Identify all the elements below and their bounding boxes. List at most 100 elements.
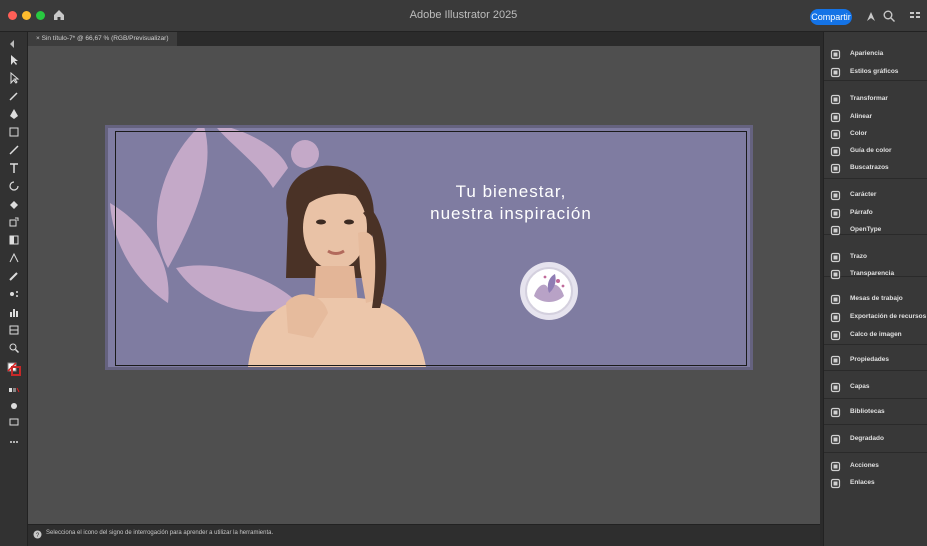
panel-item-label: Apariencia <box>850 50 884 57</box>
magic-wand-tool-icon[interactable] <box>8 90 20 102</box>
pathfinder-icon <box>830 163 841 174</box>
selection-tool-icon[interactable] <box>8 54 20 66</box>
panel-item-label: Color <box>850 130 867 137</box>
panel-item-carácter[interactable]: Carácter <box>830 189 927 203</box>
color-mode-icon[interactable] <box>8 384 20 396</box>
direct-selection-tool-icon[interactable] <box>8 72 20 84</box>
panel-item-capas[interactable]: Capas <box>830 381 927 395</box>
panel-item-acciones[interactable]: Acciones <box>830 460 927 474</box>
panel-item-estilos-gráficos[interactable]: Estilos gráficos <box>830 66 927 80</box>
panel-item-exportación-de-recursos[interactable]: Exportación de recursos <box>830 311 927 325</box>
paragraph-icon <box>830 208 841 219</box>
panel-item-apariencia[interactable]: Apariencia <box>830 48 927 62</box>
align-icon <box>830 112 841 123</box>
artboard-tool-icon[interactable] <box>8 324 20 336</box>
width-tool-icon[interactable] <box>8 234 20 246</box>
actions-icon <box>830 461 841 472</box>
panel-item-label: Carácter <box>850 191 877 198</box>
panel-item-label: Guía de color <box>850 147 892 154</box>
pen-tool-icon[interactable] <box>8 108 20 120</box>
panel-item-transformar[interactable]: Transformar <box>830 93 927 107</box>
libraries-icon <box>830 407 841 418</box>
stroke-icon <box>830 252 841 263</box>
search-icon[interactable] <box>882 9 896 23</box>
panel-item-color[interactable]: Color <box>830 128 927 142</box>
fill-stroke-swatch-icon[interactable] <box>7 362 21 376</box>
asset-export-icon <box>830 312 841 323</box>
panel-item-alinear[interactable]: Alinear <box>830 111 927 125</box>
graphic-styles-icon <box>830 67 841 78</box>
canvas-area[interactable]: Tu bienestar, nuestra inspiración <box>28 46 820 524</box>
panel-item-enlaces[interactable]: Enlaces <box>830 477 927 491</box>
panel-item-mesas-de-trabajo[interactable]: Mesas de trabajo <box>830 293 927 307</box>
panel-item-label: Trazo <box>850 253 867 260</box>
share-button[interactable]: Compartir <box>810 9 852 25</box>
panel-item-label: Enlaces <box>850 479 875 486</box>
character-icon <box>830 190 841 201</box>
document-tab-label: Sin título-7* @ 66,67 % (RGB/Previsualiz… <box>41 35 169 42</box>
type-tool-icon[interactable] <box>8 162 20 174</box>
links-icon <box>830 478 841 489</box>
app-title: Adobe Illustrator 2025 <box>409 9 518 21</box>
panel-item-degradado[interactable]: Degradado <box>830 433 927 447</box>
status-message: Selecciona el icono del signo de interro… <box>46 530 274 536</box>
help-icon[interactable]: ? <box>33 530 42 539</box>
panel-item-label: Acciones <box>850 462 879 469</box>
close-tab-icon[interactable]: × <box>36 35 40 42</box>
rotate-tool-icon[interactable] <box>8 180 20 192</box>
artboard[interactable]: Tu bienestar, nuestra inspiración <box>105 125 753 370</box>
workspace-switcher-icon[interactable] <box>908 9 922 23</box>
panel-item-label: Propiedades <box>850 356 890 363</box>
panel-item-buscatrazos[interactable]: Buscatrazos <box>830 162 927 176</box>
opentype-icon <box>830 225 841 236</box>
document-tab[interactable]: × Sin título-7* @ 66,67 % (RGB/Previsual… <box>28 32 177 46</box>
panel-item-label: Calco de imagen <box>850 331 902 338</box>
discover-icon[interactable] <box>864 9 878 23</box>
panel-item-párrafo[interactable]: Párrafo <box>830 207 927 221</box>
artboards-icon <box>830 294 841 305</box>
symbol-sprayer-tool-icon[interactable] <box>8 288 20 300</box>
appearance-icon <box>830 49 841 60</box>
panel-item-label: Buscatrazos <box>850 164 889 171</box>
panel-item-label: Capas <box>850 383 870 390</box>
artboard-bleed-frame <box>115 131 747 366</box>
screen-mode-icon[interactable] <box>8 416 20 428</box>
title-bar: Adobe Illustrator 2025 Compartir <box>0 0 927 32</box>
panel-item-opentype[interactable]: OpenType <box>830 224 927 238</box>
status-bar: ? Selecciona el icono del signo de inter… <box>28 524 820 546</box>
transform-icon <box>830 94 841 105</box>
panel-item-bibliotecas[interactable]: Bibliotecas <box>830 406 927 420</box>
panel-item-trazo[interactable]: Trazo <box>830 251 927 265</box>
shape-builder-tool-icon[interactable] <box>8 252 20 264</box>
panel-item-calco-de-imagen[interactable]: Calco de imagen <box>830 329 927 343</box>
column-graph-tool-icon[interactable] <box>8 306 20 318</box>
panel-item-guía-de-color[interactable]: Guía de color <box>830 145 927 159</box>
color-icon <box>830 129 841 140</box>
panel-item-label: Bibliotecas <box>850 408 885 415</box>
panel-item-transparencia[interactable]: Transparencia <box>830 268 927 282</box>
image-trace-icon <box>830 330 841 341</box>
gradient-icon <box>830 434 841 445</box>
panel-item-propiedades[interactable]: Propiedades <box>830 354 927 368</box>
draw-mode-icon[interactable] <box>8 400 20 412</box>
tools-panel <box>0 32 28 546</box>
panel-item-label: Exportación de recursos <box>850 313 927 320</box>
rectangle-tool-icon[interactable] <box>8 126 20 138</box>
panel-item-label: Transformar <box>850 95 888 102</box>
panel-dock: Apariencia Estilos gráficos Transformar Ali… <box>823 32 927 546</box>
document-tab-bar: × Sin título-7* @ 66,67 % (RGB/Previsual… <box>28 32 820 46</box>
pencil-tool-icon[interactable] <box>8 144 20 156</box>
transparency-icon <box>830 269 841 280</box>
layers-icon <box>830 382 841 393</box>
more-tools-icon[interactable] <box>8 436 20 448</box>
eraser-tool-icon[interactable] <box>8 198 20 210</box>
zoom-tool-icon[interactable] <box>8 342 20 354</box>
panel-item-label: Párrafo <box>850 209 873 216</box>
collapse-panel-icon[interactable] <box>8 38 20 50</box>
eyedropper-tool-icon[interactable] <box>8 270 20 282</box>
properties-icon <box>830 355 841 366</box>
scale-tool-icon[interactable] <box>8 216 20 228</box>
panel-item-label: OpenType <box>850 226 882 233</box>
panel-item-label: Alinear <box>850 113 873 120</box>
color-guide-icon <box>830 146 841 157</box>
